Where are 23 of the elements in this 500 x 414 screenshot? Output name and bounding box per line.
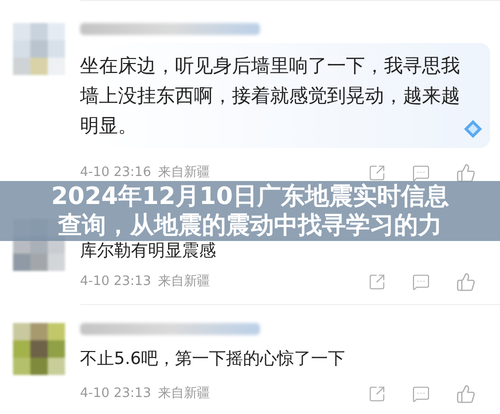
comment-text: 坐在床边，听见身后墙里响了一下，我寻思我墙上没挂东西啊，接着就感觉到晃动，越来越明显。	[80, 54, 461, 139]
like-icon[interactable]	[456, 163, 476, 183]
share-icon[interactable]	[368, 385, 386, 403]
comment-time: 4-10 23:16	[80, 164, 152, 182]
comment-time: 4-10 23:13	[80, 385, 152, 404]
comment-icon[interactable]	[412, 273, 430, 291]
comment-icon[interactable]	[412, 164, 430, 182]
comment-location: 来自新疆	[158, 273, 210, 292]
diamond-icon	[462, 118, 484, 140]
comment-location: 来自新疆	[158, 164, 210, 182]
comment-text: 不止5.6吧，第一下摇的心惊了一下	[80, 348, 346, 371]
banner-title: 2024年12月10日广东地震实时信息	[51, 182, 449, 211]
share-icon[interactable]	[368, 164, 386, 182]
comment-icon[interactable]	[412, 385, 430, 403]
banner-title: 查询，从地震的震动中找寻学习的力	[58, 211, 442, 240]
comment-location: 来自新疆	[158, 385, 210, 404]
like-icon[interactable]	[456, 272, 476, 292]
like-icon[interactable]	[456, 384, 476, 404]
comment-text: 库尔勒有明显震感	[80, 240, 217, 263]
comment-time: 4-10 23:13	[80, 273, 152, 292]
share-icon[interactable]	[368, 273, 386, 291]
avatar	[13, 23, 65, 75]
avatar	[13, 323, 65, 375]
